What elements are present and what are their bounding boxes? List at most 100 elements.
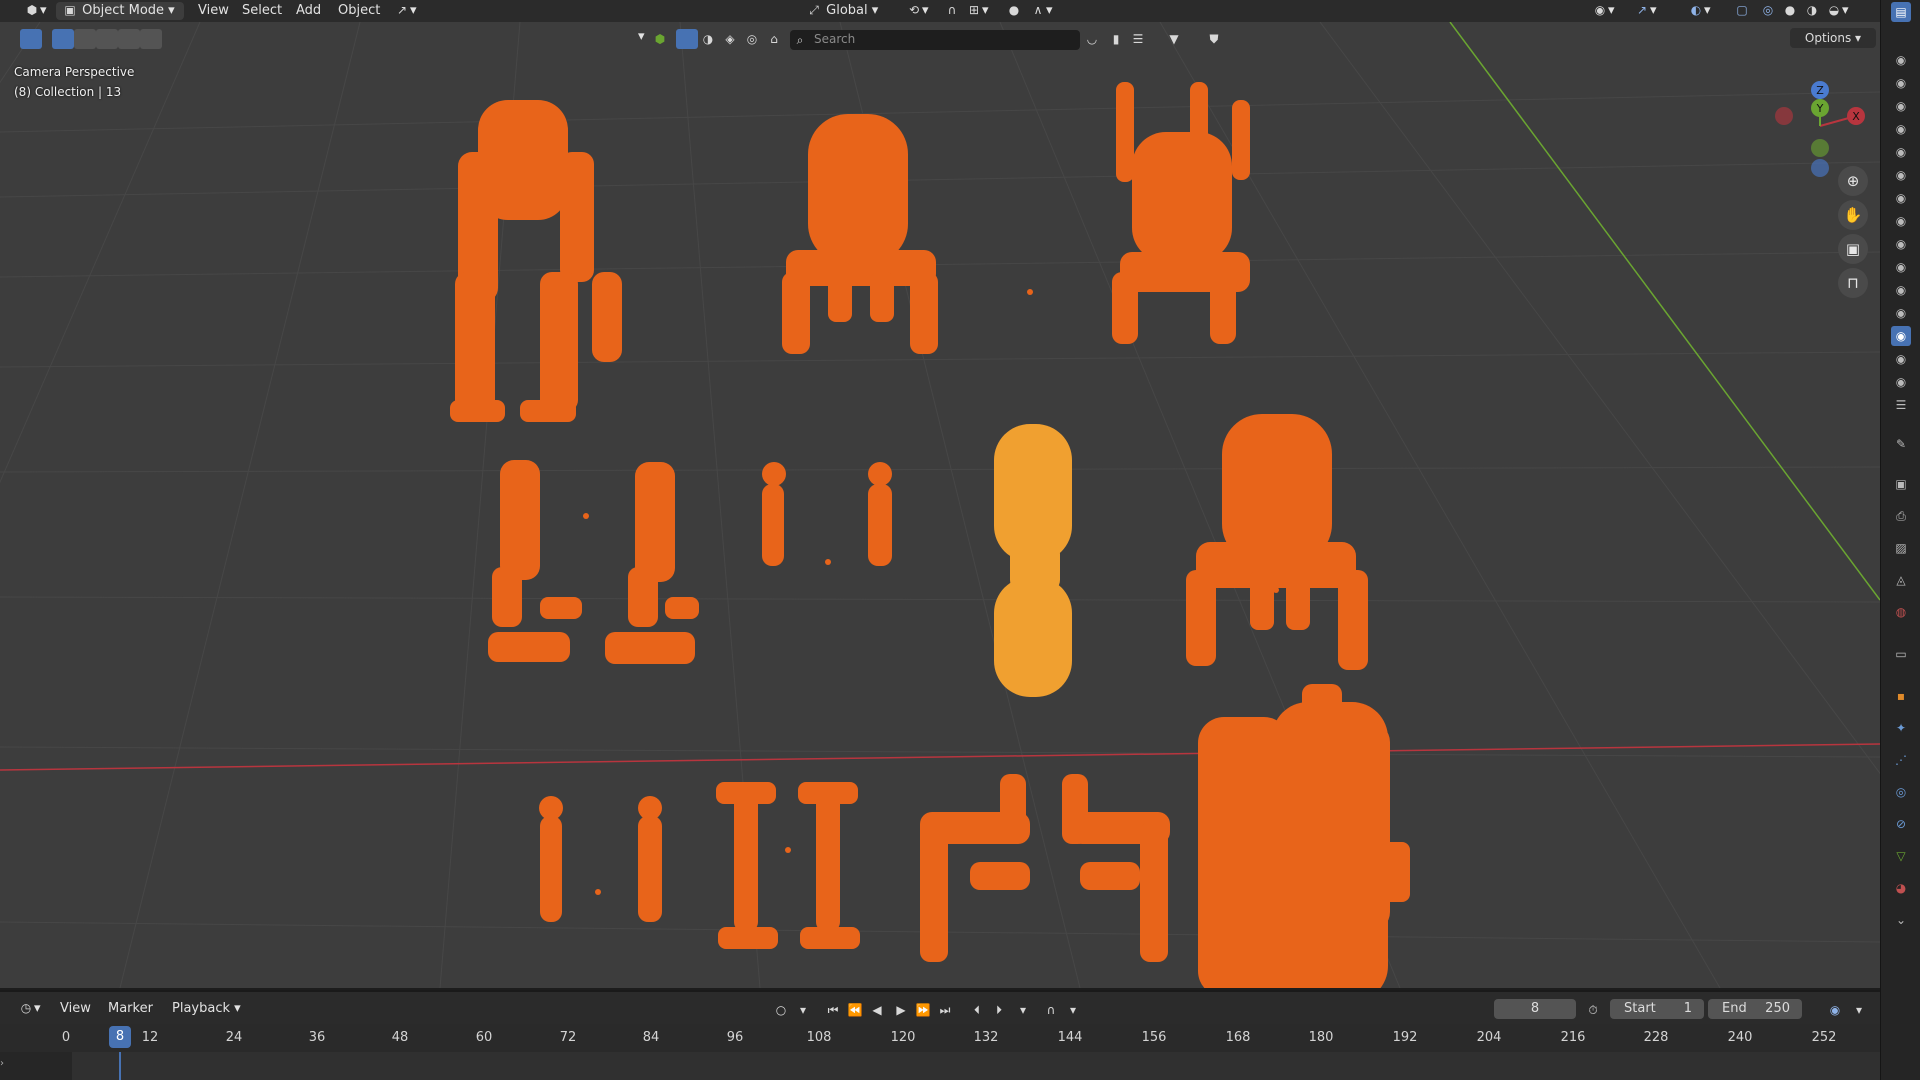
prev-marker-icon[interactable]: ⏴ — [968, 1001, 986, 1019]
camera-toggle-icon[interactable]: ◉ — [1891, 349, 1911, 369]
neg-z-handle[interactable] — [1811, 159, 1829, 177]
select-mode-extend[interactable] — [74, 29, 96, 49]
filter-dropdown[interactable]: ▾ — [632, 28, 651, 46]
camera-toggle-icon[interactable]: ◉ — [1891, 234, 1911, 254]
camera-toggle-icon-active[interactable]: ◉ — [1891, 326, 1911, 346]
stopwatch-icon[interactable]: ⏱ — [1584, 1001, 1602, 1019]
xray-toggle[interactable]: ▢ — [1728, 2, 1756, 20]
end-frame-field[interactable]: End 250 — [1708, 999, 1802, 1019]
playhead-line[interactable] — [119, 1052, 121, 1080]
render-properties-icon[interactable]: ▣ — [1891, 474, 1911, 494]
play-icon[interactable]: ▶ — [892, 1001, 910, 1019]
camera-toggle-icon[interactable]: ◉ — [1891, 211, 1911, 231]
expand-chevron-icon[interactable]: › — [0, 1058, 12, 1072]
constraints-icon[interactable]: ⊘ — [1891, 814, 1911, 834]
camera-toggle-icon[interactable]: ◉ — [1891, 303, 1911, 323]
render-shade-icon[interactable]: ◎ — [744, 31, 760, 47]
camera-toggle-icon[interactable]: ◉ — [1891, 372, 1911, 392]
select-mode-invert[interactable] — [118, 29, 140, 49]
orientation-dropdown[interactable]: ⤢ Global ▾ — [800, 2, 884, 20]
timeline-menu-marker[interactable]: Marker — [102, 1000, 159, 1018]
next-marker-icon[interactable]: ⏵ — [990, 1001, 1008, 1019]
zoom-button[interactable]: ⊕ — [1838, 166, 1868, 196]
prev-keyframe-icon[interactable]: ⏪ — [846, 1001, 864, 1019]
camera-toggle-icon[interactable]: ◉ — [1891, 257, 1911, 277]
next-keyframe-icon[interactable]: ⏩ — [914, 1001, 932, 1019]
modifier-wrench-icon[interactable]: ✦ — [1891, 718, 1911, 738]
object-properties-icon[interactable]: ▪ — [1891, 686, 1911, 706]
neg-x-handle[interactable] — [1775, 107, 1793, 125]
properties-editor-icon[interactable]: ▤ — [1891, 2, 1911, 22]
shading-rendered[interactable]: ◒ ▾ — [1820, 2, 1855, 20]
menu-object[interactable]: Object — [332, 2, 386, 20]
timeline-menu-view[interactable]: View — [54, 1000, 97, 1018]
texture-shade-icon[interactable]: ◈ — [722, 31, 738, 47]
camera-view-button[interactable]: ▣ — [1838, 234, 1868, 264]
jump-start-icon[interactable]: ⏮ — [824, 1001, 842, 1019]
shield-icon[interactable]: ⛊ — [1206, 31, 1222, 47]
snap-options-dropdown[interactable]: ▾ — [1064, 1001, 1082, 1019]
neg-y-handle[interactable] — [1811, 139, 1829, 157]
editor-type-button[interactable]: ⬢ ▾ — [18, 2, 53, 20]
viewport-shade-icon[interactable]: ◑ — [700, 31, 716, 47]
material-properties-icon[interactable]: ◕ — [1891, 878, 1911, 898]
tool-properties-icon[interactable]: ✎ — [1891, 434, 1911, 454]
play-reverse-icon[interactable]: ◀ — [868, 1001, 886, 1019]
timeline-editor-type[interactable]: ◷ ▾ — [12, 1000, 47, 1018]
particles-icon[interactable]: ⋰ — [1891, 750, 1911, 770]
view-object-types[interactable] — [676, 29, 698, 49]
properties-header-icon[interactable]: ☰ — [1891, 395, 1911, 415]
snap-dropdown[interactable]: ⊞ ▾ — [960, 2, 995, 20]
scene-properties-icon[interactable]: ◬ — [1891, 570, 1911, 590]
menu-view[interactable]: View — [192, 2, 235, 20]
falloff-dropdown[interactable]: ∧ ▾ — [1024, 2, 1059, 20]
select-mode-intersect[interactable] — [140, 29, 162, 49]
timeline-overlay-dropdown[interactable]: ▾ — [1850, 1001, 1868, 1019]
select-tool-button[interactable] — [20, 29, 42, 49]
snap-magnet-icon[interactable]: ∩ — [1042, 1001, 1060, 1019]
world-properties-icon[interactable]: ◍ — [1891, 602, 1911, 622]
start-frame-field[interactable]: Start 1 — [1610, 999, 1704, 1019]
camera-toggle-icon[interactable]: ◉ — [1891, 188, 1911, 208]
menu-add[interactable]: Add — [290, 2, 327, 20]
select-mode-subtract[interactable] — [96, 29, 118, 49]
3d-viewport[interactable]: ▾ ⬢ ◑ ◈ ◎ ⌂ ⌕ Search ◡ ▮ ☰ ▼ ⛊ Options ▾… — [0, 22, 1880, 988]
pivot-dropdown[interactable]: ⟲ ▾ — [900, 2, 935, 20]
bookmark-icon[interactable]: ▮ — [1108, 31, 1124, 47]
options-dropdown[interactable]: Options ▾ — [1790, 28, 1876, 48]
camera-toggle-icon[interactable]: ◉ — [1891, 280, 1911, 300]
filter-icon[interactable]: ▼ — [1166, 31, 1182, 47]
playhead-handle[interactable]: 8 — [109, 1026, 131, 1048]
camera-toggle-icon[interactable]: ◉ — [1891, 142, 1911, 162]
current-frame-field[interactable]: 8 — [1494, 999, 1576, 1019]
mode-dropdown[interactable]: ▣ Object Mode ▾ — [56, 2, 184, 20]
data-properties-icon[interactable]: ▽ — [1891, 846, 1911, 866]
view-layer-icon[interactable]: ▨ — [1891, 538, 1911, 558]
output-properties-icon[interactable]: ⎙ — [1891, 506, 1911, 526]
gizmo-toggle[interactable]: ↗ ▾ — [1628, 2, 1663, 20]
timeline-ruler[interactable]: › 0 12 24 36 48 60 72 84 96 108 120 132 … — [0, 1024, 1880, 1080]
jump-end-icon[interactable]: ⏭ — [936, 1001, 954, 1019]
keying-dropdown[interactable]: ▾ — [794, 1001, 812, 1019]
camera-toggle-icon[interactable]: ◉ — [1891, 73, 1911, 93]
clear-search-icon[interactable]: ◡ — [1084, 31, 1100, 47]
camera-toggle-icon[interactable]: ◉ — [1891, 96, 1911, 116]
overlays-toggle[interactable]: ◐ ▾ — [1682, 2, 1717, 20]
camera-toggle-icon[interactable]: ◉ — [1891, 50, 1911, 70]
visibility-dropdown[interactable]: ◉ ▾ — [1586, 2, 1621, 20]
camera-toggle-icon[interactable]: ◉ — [1891, 119, 1911, 139]
playback-dropdown[interactable]: Playback ▾ — [166, 1000, 247, 1018]
display-mode-icon[interactable]: ☰ — [1130, 31, 1146, 47]
menu-select[interactable]: Select — [236, 2, 288, 20]
collapse-chevron-icon[interactable]: ⌄ — [1891, 910, 1911, 930]
camera-toggle-icon[interactable]: ◉ — [1891, 165, 1911, 185]
object-type-icon[interactable]: ⬢ — [652, 31, 668, 47]
auto-keying-icon[interactable]: ○ — [772, 1001, 790, 1019]
pan-button[interactable]: ✋ — [1838, 200, 1868, 230]
physics-icon[interactable]: ◎ — [1891, 782, 1911, 802]
select-mode-set[interactable] — [52, 29, 74, 49]
search-input[interactable]: ⌕ Search — [790, 30, 1080, 50]
timeline-overlay-icon[interactable]: ◉ — [1826, 1001, 1844, 1019]
lock-camera-button[interactable]: ⊓ — [1838, 268, 1868, 298]
playback-options-dropdown[interactable]: ▾ — [1014, 1001, 1032, 1019]
